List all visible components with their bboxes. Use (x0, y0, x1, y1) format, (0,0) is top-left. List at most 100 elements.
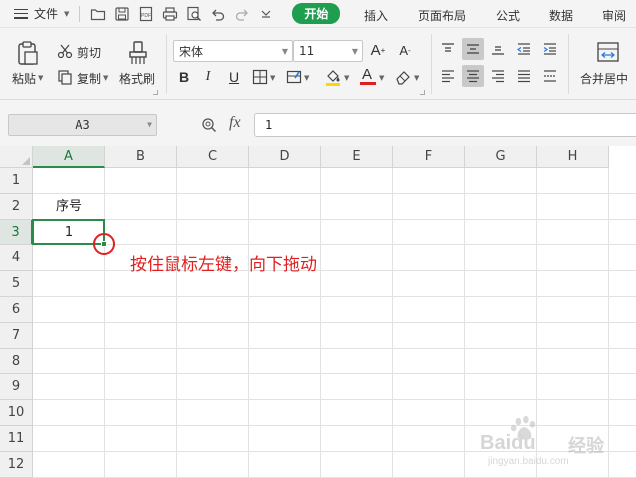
hamburger-icon (14, 8, 28, 19)
tab-start[interactable]: 开始 (292, 3, 341, 24)
separator (431, 34, 432, 94)
row-header-1[interactable]: 1 (0, 168, 33, 194)
font-color-icon[interactable]: A (360, 66, 376, 86)
align-center-icon[interactable] (462, 65, 484, 87)
column-header-g[interactable]: G (465, 146, 537, 168)
row-header-12[interactable]: 12 (0, 451, 33, 478)
spreadsheet-grid[interactable]: A B C D E F G H 1 2 3 4 5 6 7 8 9 10 11 12 序号 1 按住鼠标左键，向下拖动 Bai… (0, 146, 636, 478)
row-header-10[interactable]: 10 (0, 400, 33, 426)
align-top-icon[interactable] (437, 38, 459, 60)
distributed-align-icon[interactable] (539, 65, 561, 87)
column-header-h[interactable]: H (537, 146, 609, 168)
customize-toolbar-icon[interactable] (258, 6, 274, 22)
chevron-down-icon: ▼ (281, 47, 288, 56)
column-header-a[interactable]: A (33, 146, 105, 168)
align-bottom-icon[interactable] (487, 38, 509, 60)
decrease-indent-icon[interactable] (513, 38, 535, 60)
scissors-icon[interactable] (57, 43, 73, 59)
print-icon[interactable] (162, 6, 178, 22)
chevron-down-icon[interactable]: ▼ (344, 74, 349, 82)
chevron-down-icon: ▼ (64, 9, 70, 18)
cut-button[interactable]: 剪切 (77, 44, 101, 61)
tab-insert[interactable]: 插入 (364, 7, 388, 24)
row-header-3[interactable]: 3 (0, 219, 33, 246)
row-header-2[interactable]: 2 (0, 193, 33, 220)
cell-style-icon[interactable] (286, 69, 302, 85)
paste-icon[interactable] (14, 40, 40, 66)
separator (166, 34, 167, 94)
row-header-5[interactable]: 5 (0, 271, 33, 297)
increase-indent-icon[interactable] (539, 38, 561, 60)
tab-page-layout[interactable]: 页面布局 (418, 7, 466, 24)
column-header-b[interactable]: B (105, 146, 177, 168)
row-header-4[interactable]: 4 (0, 245, 33, 272)
file-menu[interactable]: 文件 ▼ (0, 0, 69, 28)
undo-icon[interactable] (210, 6, 226, 22)
row-header-11[interactable]: 11 (0, 426, 33, 452)
chevron-down-icon[interactable]: ▼ (414, 74, 419, 82)
align-middle-icon[interactable] (462, 38, 484, 60)
bold-button[interactable]: B (175, 68, 193, 86)
font-color-letter: A (362, 66, 373, 83)
row-header-6[interactable]: 6 (0, 297, 33, 323)
ribbon: 粘贴 ▼ 剪切 复制 ▼ 格式刷 宋体 ▼ 11 ▼ A + A- B I U ▼… (0, 28, 636, 100)
format-painter-button[interactable]: 格式刷 (119, 70, 155, 87)
export-pdf-icon[interactable]: PDF (138, 6, 154, 22)
column-header-c[interactable]: C (177, 146, 249, 168)
gridline (33, 399, 636, 401)
insert-function-icon[interactable]: fx (229, 114, 241, 132)
cell-a2[interactable]: 序号 (33, 194, 105, 220)
tab-formula[interactable]: 公式 (496, 7, 520, 24)
paste-button[interactable]: 粘贴 (12, 70, 36, 87)
merge-cells-icon[interactable] (596, 40, 620, 64)
underline-button[interactable]: U (225, 68, 243, 86)
gridline (33, 218, 636, 220)
clipboard-group-launcher[interactable] (153, 90, 158, 95)
italic-button[interactable]: I (199, 68, 217, 86)
chevron-down-icon[interactable]: ▼ (304, 74, 309, 82)
chevron-down-icon[interactable]: ▼ (38, 74, 43, 82)
justify-icon[interactable] (513, 65, 535, 87)
chevron-down-icon[interactable]: ▼ (270, 74, 275, 82)
merge-center-button[interactable]: 合并居中 (580, 70, 628, 87)
svg-text:PDF: PDF (141, 13, 151, 19)
eraser-icon[interactable] (395, 69, 411, 85)
redo-icon[interactable] (234, 6, 250, 22)
align-left-icon[interactable] (437, 65, 459, 87)
column-header-d[interactable]: D (249, 146, 321, 168)
gridline (248, 168, 249, 478)
copy-button[interactable]: 复制 (77, 70, 101, 87)
chevron-down-icon[interactable]: ▼ (147, 115, 152, 135)
select-all-corner[interactable] (0, 146, 33, 168)
zoom-icon[interactable] (201, 117, 217, 133)
font-name-select[interactable]: 宋体 ▼ (173, 40, 293, 62)
save-icon[interactable] (114, 6, 130, 22)
column-header-e[interactable]: E (321, 146, 393, 168)
column-header-f[interactable]: F (393, 146, 465, 168)
tab-review[interactable]: 审阅 (602, 7, 626, 24)
fill-color-icon[interactable] (324, 68, 342, 86)
tab-data[interactable]: 数据 (549, 7, 573, 24)
chevron-down-icon[interactable]: ▼ (103, 74, 108, 82)
formula-input[interactable]: 1 (254, 113, 636, 137)
align-right-icon[interactable] (487, 65, 509, 87)
print-preview-icon[interactable] (186, 6, 202, 22)
copy-icon[interactable] (57, 69, 73, 85)
font-size-select[interactable]: 11 ▼ (293, 40, 363, 62)
name-box[interactable]: A3 ▼ (8, 114, 157, 136)
font-group-launcher[interactable] (420, 90, 425, 95)
format-painter-icon[interactable] (126, 40, 150, 66)
font-name-value: 宋体 (179, 44, 204, 59)
increase-font-size-icon[interactable]: A + (369, 41, 387, 59)
borders-icon[interactable] (252, 69, 268, 85)
row-header-9[interactable]: 9 (0, 374, 33, 401)
gridline (33, 270, 636, 272)
chevron-down-icon[interactable]: ▼ (379, 74, 384, 82)
gridline (33, 373, 636, 375)
open-folder-icon[interactable] (90, 6, 106, 22)
decrease-font-size-icon[interactable]: A- (396, 41, 414, 59)
menu-bar: 文件 ▼ PDF 开始 (0, 0, 636, 28)
row-header-8[interactable]: 8 (0, 348, 33, 375)
row-header-7[interactable]: 7 (0, 322, 33, 349)
separator (568, 34, 569, 94)
